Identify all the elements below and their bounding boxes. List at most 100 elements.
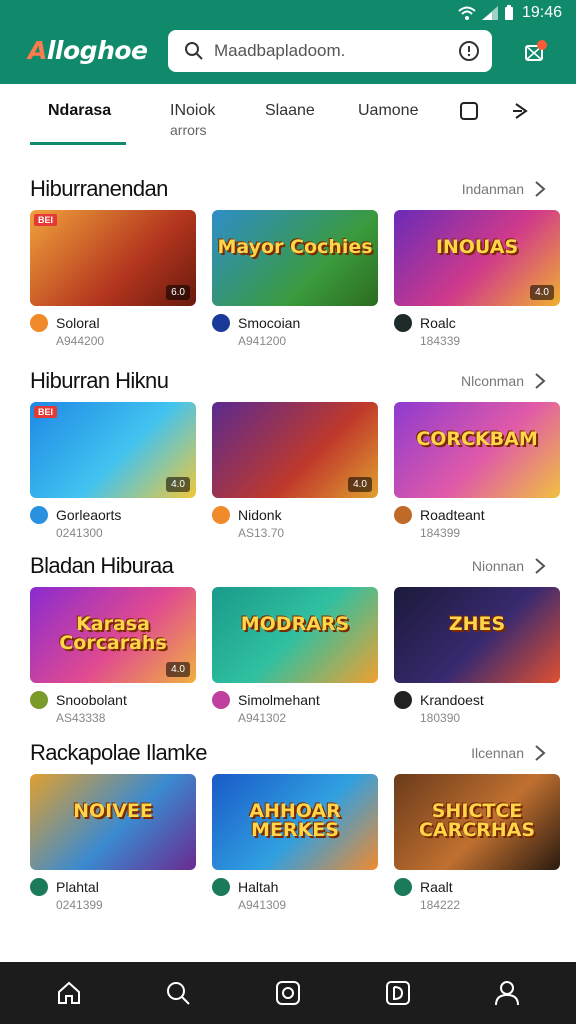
card-meta: Krandoest bbox=[394, 691, 560, 709]
game-thumbnail[interactable]: BEI 4.0 bbox=[30, 402, 196, 498]
nav-home[interactable] bbox=[53, 977, 85, 1009]
thumbnail-title-art: INOUAS bbox=[435, 236, 519, 258]
card-meta: Roadteant bbox=[394, 506, 560, 524]
game-stats: A941302 bbox=[238, 711, 287, 725]
game-thumbnail[interactable]: AHHOAR MERKES bbox=[212, 774, 378, 870]
rating-badge: 4.0 bbox=[166, 662, 190, 677]
tab-inoiok[interactable]: INoiok arrors bbox=[170, 102, 215, 138]
nav-profile[interactable] bbox=[491, 977, 523, 1009]
search-icon bbox=[167, 982, 191, 1005]
app-logo[interactable]: Alloghoe bbox=[28, 36, 148, 65]
section-see-more[interactable]: Nionnan bbox=[472, 557, 546, 575]
tab-label: Ndarasa bbox=[48, 102, 112, 119]
section-see-more[interactable]: Indanman bbox=[462, 180, 546, 198]
game-card[interactable]: CORCKBAM Roadteant 184399 bbox=[394, 402, 560, 540]
see-more-label: Nlconman bbox=[460, 373, 524, 389]
tab-slaane[interactable]: Slaane bbox=[265, 102, 315, 120]
nav-instant[interactable] bbox=[272, 977, 304, 1009]
game-name: Simolmehant bbox=[238, 692, 320, 708]
game-stats: 0241399 bbox=[56, 898, 103, 912]
game-name: Snoobolant bbox=[56, 692, 127, 708]
battery-icon bbox=[504, 5, 513, 20]
game-name: Roalc bbox=[420, 315, 456, 331]
thumbnail-title-art: MODRARS bbox=[240, 613, 350, 635]
nav-library[interactable] bbox=[382, 977, 414, 1009]
tab-arrow-icon[interactable] bbox=[510, 100, 532, 122]
wifi-icon bbox=[458, 6, 476, 20]
game-card[interactable]: AHHOAR MERKES Haltah A941309 bbox=[212, 774, 378, 912]
thumbnail-title-art: AHHOAR MERKES bbox=[249, 800, 341, 841]
thumbnail-title-art: Mayor Cochies bbox=[217, 236, 373, 258]
game-card[interactable]: INOUAS 4.0 Roalc 184339 bbox=[394, 210, 560, 348]
game-card[interactable]: MODRARS Simolmehant A941302 bbox=[212, 587, 378, 725]
tab-uamone[interactable]: Uamone bbox=[358, 102, 418, 120]
game-thumbnail[interactable]: MODRARS bbox=[212, 587, 378, 683]
game-card[interactable]: NOIVEE Plahtal 0241399 bbox=[30, 774, 196, 912]
tab-square-icon[interactable] bbox=[458, 100, 480, 122]
search-input[interactable]: Maadbapladoom. bbox=[214, 41, 458, 61]
tab-ndarasa[interactable]: Ndarasa bbox=[48, 102, 111, 120]
game-card[interactable]: Karasa Corcarahs 4.0 Snoobolant AS43338 bbox=[30, 587, 196, 725]
game-card[interactable]: 4.0 Nidonk AS13.70 bbox=[212, 402, 378, 540]
rating-badge: 4.0 bbox=[166, 477, 190, 492]
game-stats: AS43338 bbox=[56, 711, 106, 725]
game-thumbnail[interactable]: ZHES bbox=[394, 587, 560, 683]
game-stats: 0241300 bbox=[56, 526, 103, 540]
game-card[interactable]: ZHES Krandoest 180390 bbox=[394, 587, 560, 725]
game-thumbnail[interactable]: Karasa Corcarahs 4.0 bbox=[30, 587, 196, 683]
search-bar[interactable]: Maadbapladoom. bbox=[168, 30, 492, 72]
game-icon bbox=[30, 878, 48, 896]
chevron-right-icon bbox=[535, 558, 546, 574]
game-icon bbox=[30, 691, 48, 709]
card-meta: Smocoian bbox=[212, 314, 378, 332]
logo-text: lloghoe bbox=[46, 36, 148, 65]
game-name: Krandoest bbox=[420, 692, 484, 708]
card-row: BEI 4.0 Gorleaorts 0241300 4.0 Nidonk AS13.70 C… bbox=[30, 402, 560, 540]
game-name: Smocoian bbox=[238, 315, 301, 331]
thumbnail-title-art: Karasa Corcarahs bbox=[59, 613, 167, 654]
game-icon bbox=[212, 506, 230, 524]
game-card[interactable]: Mayor Cochies Smocoian A941200 bbox=[212, 210, 378, 348]
chevron-right-icon bbox=[535, 181, 546, 197]
game-thumbnail[interactable]: 4.0 bbox=[212, 402, 378, 498]
status-bar: 19:46 bbox=[458, 2, 562, 24]
game-stats: A944200 bbox=[56, 334, 105, 348]
home-icon bbox=[57, 981, 80, 1004]
category-tabs: Ndarasa INoiok arrors Slaane Uamone bbox=[0, 84, 576, 150]
thumbnail-title-art: NOIVEE bbox=[73, 800, 153, 822]
tab-label: Slaane bbox=[265, 102, 315, 119]
game-stats: A941309 bbox=[238, 898, 287, 912]
thumbnail-tag: BEI bbox=[34, 406, 58, 418]
game-card[interactable]: BEI 6.0 Soloral A944200 bbox=[30, 210, 196, 348]
bottom-nav bbox=[0, 962, 576, 1024]
game-thumbnail[interactable]: SHICTCE CARCRHAS bbox=[394, 774, 560, 870]
game-icon bbox=[212, 878, 230, 896]
nav-search[interactable] bbox=[162, 977, 194, 1009]
signal-icon bbox=[481, 6, 498, 20]
square-icon bbox=[385, 981, 410, 1005]
game-thumbnail[interactable]: NOIVEE bbox=[30, 774, 196, 870]
see-more-label: Indanman bbox=[461, 181, 524, 197]
rating-badge: 4.0 bbox=[348, 477, 372, 492]
see-more-label: Ilcennan bbox=[471, 745, 524, 761]
game-thumbnail[interactable]: CORCKBAM bbox=[394, 402, 560, 498]
game-card[interactable]: BEI 4.0 Gorleaorts 0241300 bbox=[30, 402, 196, 540]
card-meta: Nidonk bbox=[212, 506, 378, 524]
section-see-more[interactable]: Ilcennan bbox=[471, 744, 546, 762]
game-card[interactable]: SHICTCE CARCRHAS Raalt 184222 bbox=[394, 774, 560, 912]
notification-icon[interactable] bbox=[518, 36, 550, 68]
card-meta: Gorleaorts bbox=[30, 506, 196, 524]
tab-underline bbox=[30, 142, 126, 145]
tab-label: INoiok bbox=[170, 102, 216, 119]
game-icon bbox=[212, 314, 230, 332]
card-meta: Roalc bbox=[394, 314, 560, 332]
section-see-more[interactable]: Nlconman bbox=[461, 372, 546, 390]
game-thumbnail[interactable]: BEI 6.0 bbox=[30, 210, 196, 306]
game-icon bbox=[394, 691, 412, 709]
game-thumbnail[interactable]: Mayor Cochies bbox=[212, 210, 378, 306]
game-stats: A941200 bbox=[238, 334, 287, 348]
game-thumbnail[interactable]: INOUAS 4.0 bbox=[394, 210, 560, 306]
voice-icon[interactable] bbox=[458, 40, 480, 62]
card-row: BEI 6.0 Soloral A944200 Mayor Cochies Smocoia… bbox=[30, 210, 560, 348]
card-meta: Snoobolant bbox=[30, 691, 196, 709]
